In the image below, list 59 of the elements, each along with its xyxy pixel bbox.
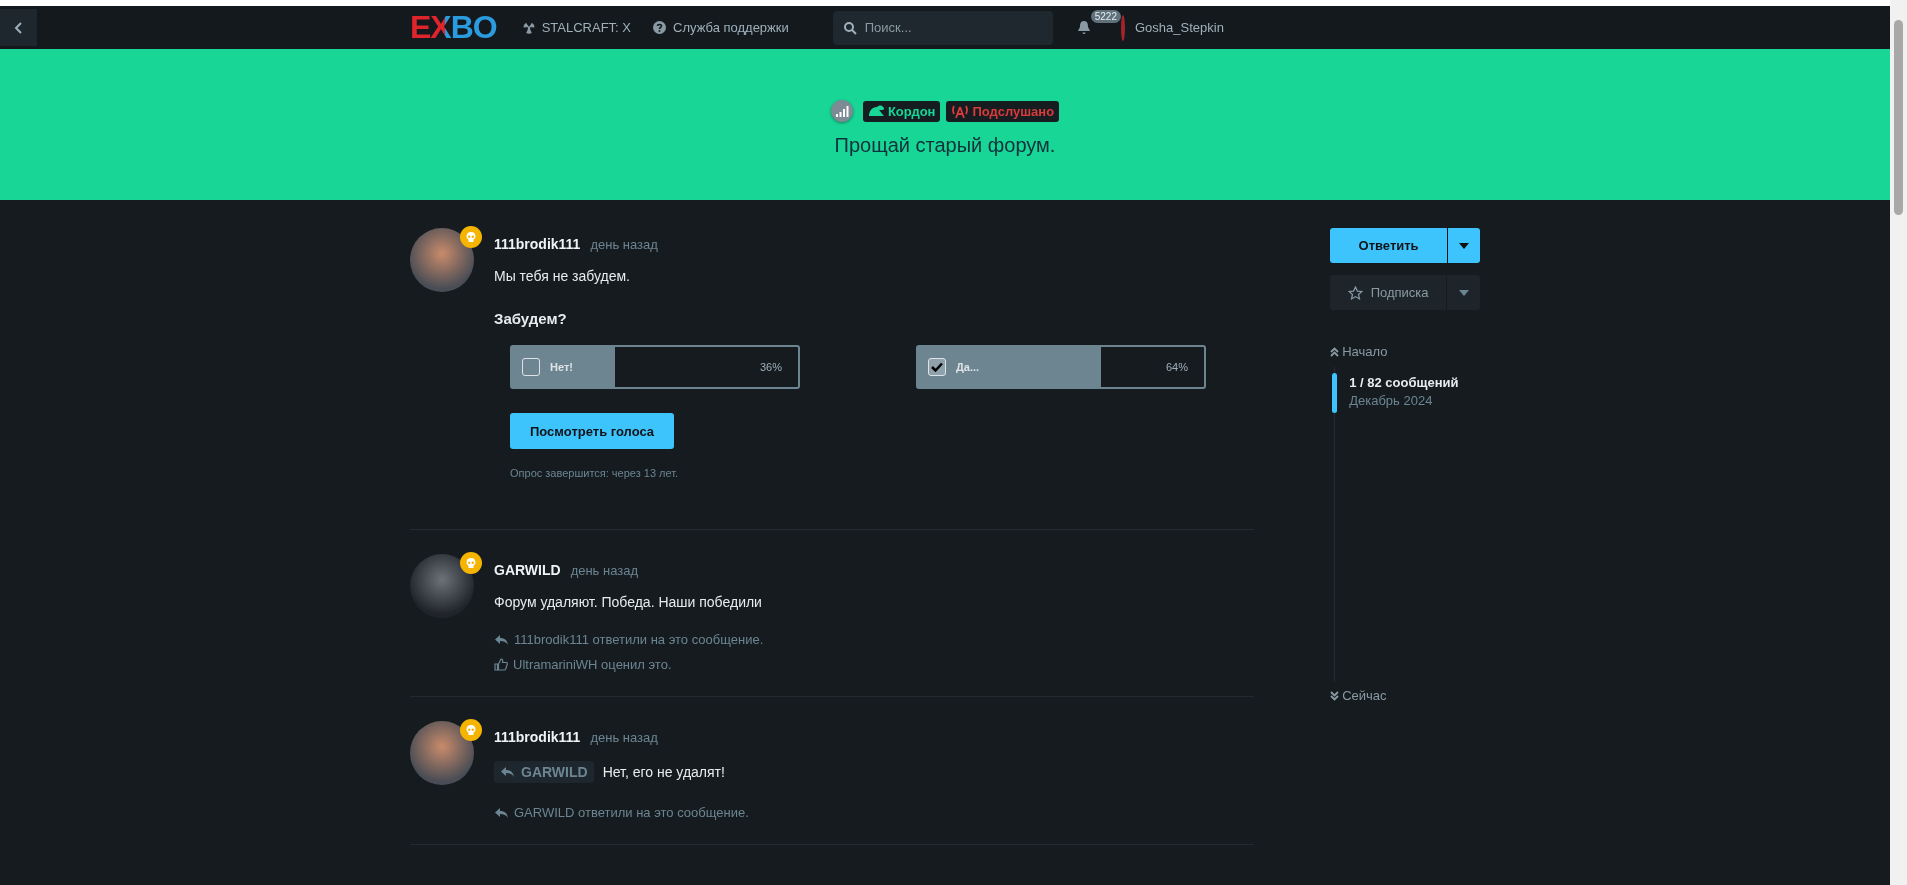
star-icon — [1347, 285, 1363, 300]
search-icon — [843, 21, 857, 35]
reply-menu-button[interactable] — [1447, 228, 1480, 263]
subscribe-menu-button[interactable] — [1447, 275, 1480, 310]
vote-percent: 64% — [1165, 361, 1188, 373]
author-name[interactable]: 111brodik111 — [494, 236, 581, 252]
poll-option[interactable]: Нет! 36% — [510, 345, 800, 389]
poll-end-note: Опрос завершится: через 13 лет. — [510, 467, 680, 479]
double-chevron-up-icon — [1330, 346, 1340, 357]
bell-icon[interactable] — [1076, 20, 1091, 35]
tag-label[interactable]: Подслушано — [946, 100, 1060, 122]
post-text: Форум удаляют. Победа. Наши победили — [494, 594, 762, 610]
skull-icon — [460, 552, 482, 574]
vote-percent: 36% — [759, 361, 782, 373]
subscribe-button[interactable]: Подписка — [1330, 275, 1446, 310]
nav-link[interactable]: Служба поддержки — [653, 20, 789, 35]
caret-icon — [1459, 242, 1469, 249]
post-time[interactable]: день назад — [590, 730, 658, 745]
activity-text: 111brodik111 ответили на это сообщение. — [514, 632, 764, 647]
search-field[interactable]: Поиск... — [832, 10, 1053, 45]
activity-text: UltramariniWH оценил это. — [513, 657, 672, 672]
help-icon — [653, 21, 667, 34]
post-text: Мы тебя не забудем. — [494, 268, 630, 284]
post-text: Нет, его не удалят! — [602, 764, 725, 780]
radiation-icon — [522, 21, 535, 34]
double-chevron-down-icon — [1330, 690, 1340, 701]
thumbs-up-icon — [494, 658, 508, 671]
scrubber-handle[interactable] — [1332, 373, 1338, 413]
tag-label[interactable]: Кордон — [862, 100, 941, 122]
back-button[interactable] — [0, 9, 37, 46]
view-votes-button[interactable]: Посмотреть голоса — [510, 413, 675, 449]
reply-mention[interactable]: GARWILD — [494, 761, 594, 783]
jump-to-start-link[interactable]: Начало — [1330, 344, 1480, 359]
activity-text: GARWILD ответили на это сообщение. — [514, 805, 749, 820]
jump-to-now-link[interactable]: Сейчас — [1330, 688, 1480, 703]
caret-icon — [1458, 289, 1469, 296]
checkbox[interactable] — [928, 358, 946, 376]
post-position: 1 / 82 сообщений — [1349, 375, 1459, 390]
poll-option[interactable]: Да... 64% — [916, 345, 1206, 389]
signal-icon — [830, 100, 853, 122]
skull-icon — [460, 719, 482, 741]
reply-icon — [494, 633, 509, 646]
notification-count: 5222 — [1090, 10, 1121, 23]
skull-icon — [460, 226, 482, 248]
reply-button[interactable]: Ответить — [1330, 228, 1447, 263]
reply-icon — [500, 766, 515, 778]
poll-question: Забудем? — [494, 310, 568, 327]
nav-link[interactable]: STALCRAFT: X — [522, 20, 632, 35]
username-link[interactable]: Gosha_Stepkin — [1135, 20, 1224, 35]
author-name[interactable]: GARWILD — [494, 562, 561, 578]
post-time[interactable]: день назад — [590, 237, 658, 252]
post-date: Декабрь 2024 — [1349, 393, 1434, 408]
scrollbar[interactable] — [1890, 0, 1907, 885]
post-time[interactable]: день назад — [570, 563, 639, 578]
chevron-left-icon — [13, 20, 24, 35]
reply-icon — [494, 806, 509, 819]
checkbox[interactable] — [522, 358, 540, 376]
discussion-title: Прощай старый форум. — [834, 134, 1056, 157]
author-name[interactable]: 111brodik111 — [494, 729, 581, 745]
